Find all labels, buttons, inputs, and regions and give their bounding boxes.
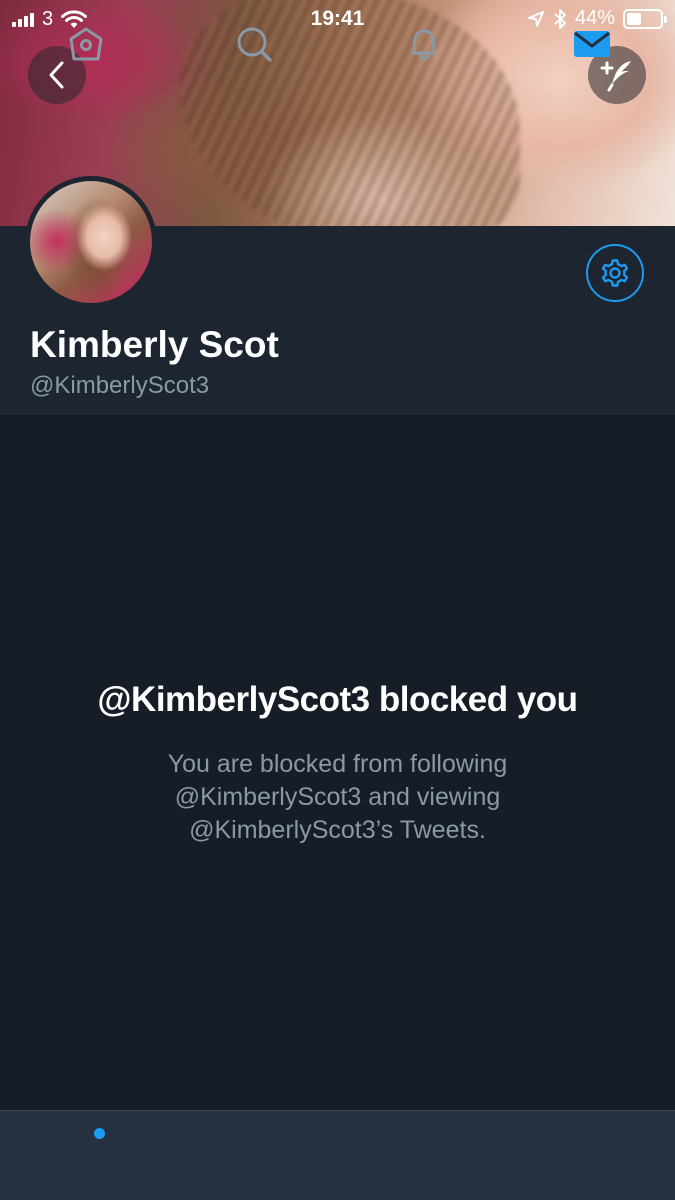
battery-level-fill [627, 12, 642, 25]
tab-home[interactable] [62, 20, 110, 68]
tab-search[interactable] [230, 20, 278, 68]
blocked-title: @KimberlyScot3 blocked you [97, 680, 578, 719]
search-icon [237, 27, 272, 62]
gear-icon [601, 259, 629, 287]
profile-handle: @KimberlyScot3 [30, 372, 210, 399]
blocked-notice: @KimberlyScot3 blocked you You are block… [0, 680, 675, 847]
profile-avatar[interactable] [25, 176, 157, 308]
profile-screen: 3 19:41 44% Kimberly Scot @KimberlyScot3… [0, 0, 675, 1200]
home-notification-dot [94, 1128, 105, 1139]
blocked-description: You are blocked from following @Kimberly… [167, 750, 508, 844]
battery-icon [623, 8, 667, 29]
tab-notifications[interactable] [400, 20, 448, 68]
profile-settings-button[interactable] [586, 244, 644, 302]
bottom-tab-bar [0, 1110, 675, 1200]
bluetooth-icon [554, 8, 566, 29]
home-icon [69, 27, 103, 61]
location-arrow-icon [527, 10, 544, 27]
bell-icon [411, 29, 437, 61]
mail-icon [574, 31, 610, 57]
profile-display-name: Kimberly Scot [30, 324, 279, 365]
tab-messages[interactable] [568, 20, 616, 68]
